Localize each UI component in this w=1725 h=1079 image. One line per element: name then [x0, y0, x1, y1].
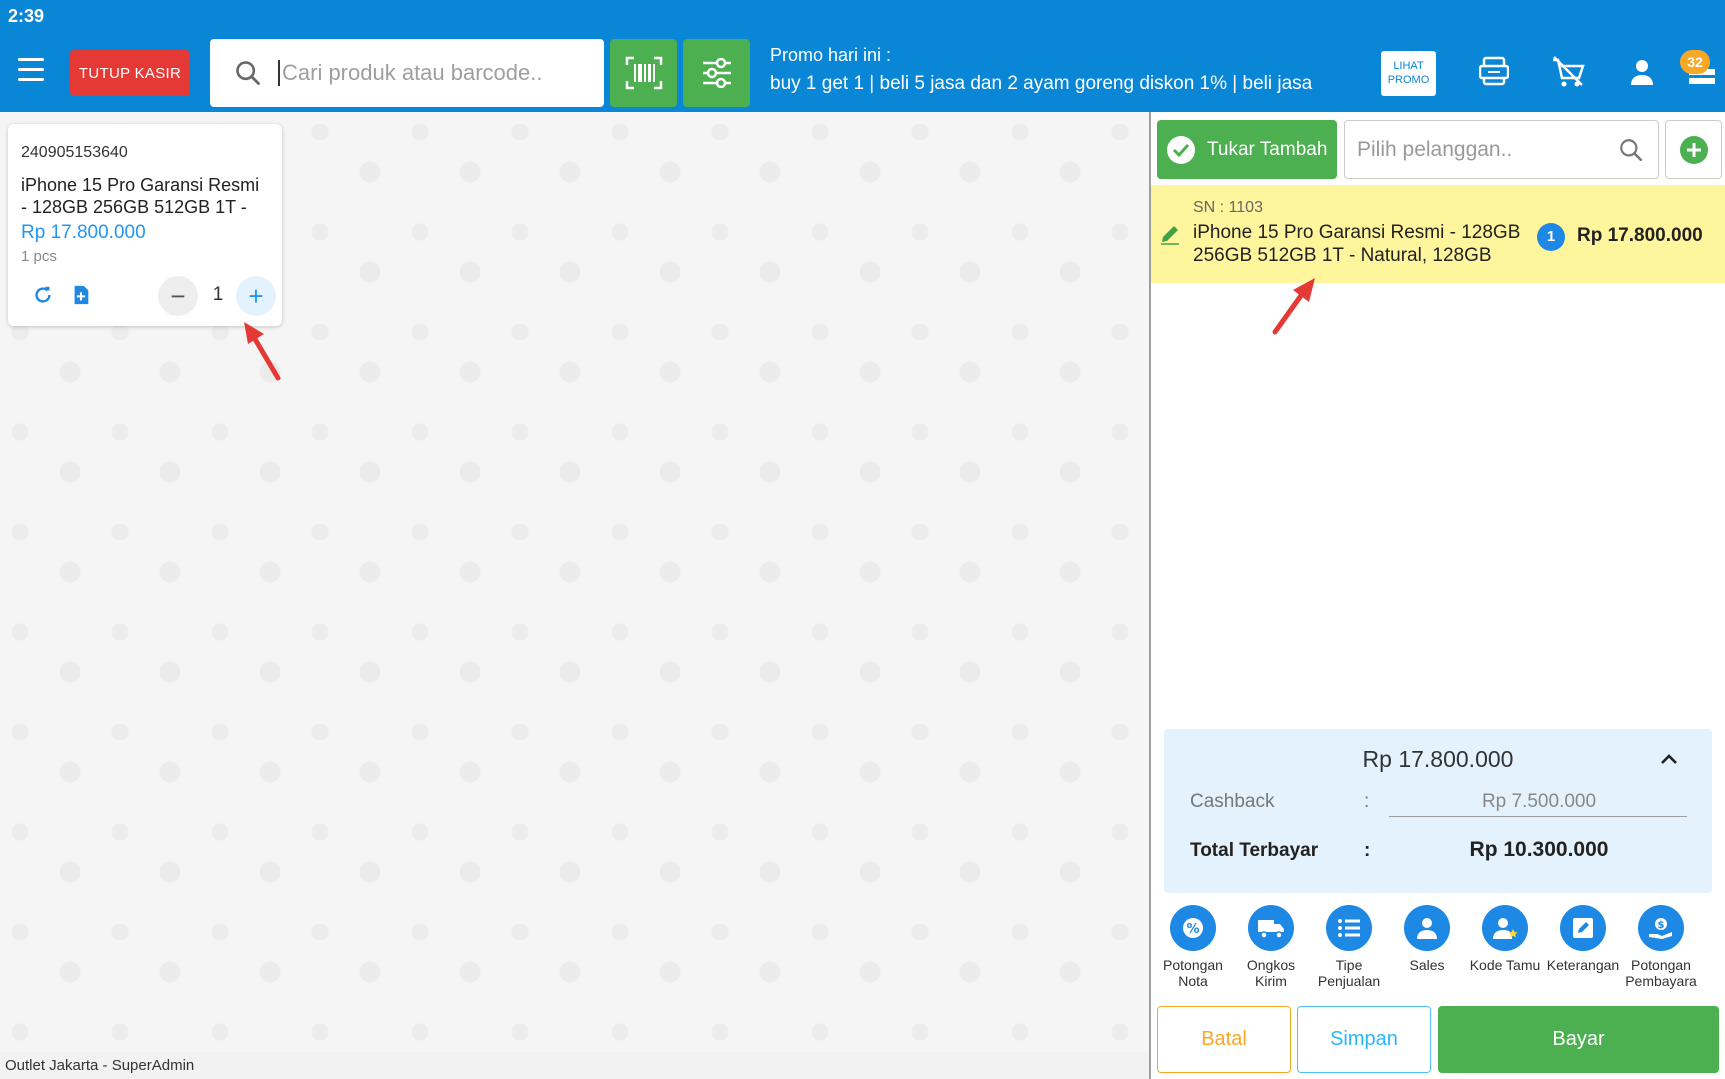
barcode-scan-button[interactable] [610, 39, 677, 107]
edit-pencil-icon[interactable] [1159, 223, 1181, 245]
search-icon[interactable] [1618, 137, 1644, 163]
sliders-icon [702, 58, 731, 88]
grand-total: Rp 17.800.000 [1362, 746, 1514, 772]
cart-item-sn: SN : 1103 [1193, 199, 1263, 216]
status-time: 2:39 [8, 6, 45, 26]
money-hand-icon: $ [1638, 905, 1684, 951]
quantity-increase-button[interactable]: + [236, 276, 276, 316]
quantity-decrease-button[interactable]: − [158, 276, 198, 316]
truck-icon [1248, 905, 1294, 951]
paid-colon: : [1364, 840, 1371, 861]
trade-in-button[interactable]: Tukar Tambah [1157, 120, 1337, 179]
person-icon [1404, 905, 1450, 951]
plus-circle-icon [1679, 135, 1708, 164]
top-bar: 2:39 TUTUP KASIR Promo hari ini : buy 1 … [0, 0, 1725, 112]
edit-note-icon [1560, 905, 1606, 951]
product-unit: 1 pcs [21, 248, 57, 265]
trade-in-label: Tukar Tambah [1207, 138, 1328, 160]
notes-action[interactable]: Keterangan [1543, 905, 1623, 973]
hamburger-menu-icon[interactable] [18, 58, 50, 86]
close-cashier-button[interactable]: TUTUP KASIR [70, 50, 190, 96]
discount-icon: % [1170, 905, 1216, 951]
paid-value: Rp 10.300.000 [1469, 838, 1609, 861]
paid-label: Total Terbayar [1190, 840, 1319, 861]
receipt-icon[interactable] [1474, 52, 1514, 92]
refresh-icon[interactable] [32, 284, 54, 306]
cart-item-name: iPhone 15 Pro Garansi Resmi - 128GB 256G… [1193, 222, 1521, 266]
product-code: 240905153640 [21, 144, 128, 161]
check-icon [1167, 135, 1195, 164]
quantity-value: 1 [212, 284, 224, 305]
notification-badge: 32 [1680, 50, 1710, 74]
guest-code-action[interactable]: Kode Tamu [1465, 905, 1545, 973]
payment-discount-action[interactable]: $ Potongan Pembayara [1621, 905, 1701, 989]
filter-button[interactable] [683, 39, 750, 107]
save-button[interactable]: Simpan [1297, 1006, 1431, 1073]
search-icon [236, 61, 260, 85]
pay-button[interactable]: Bayar [1438, 1006, 1719, 1073]
svg-text:$: $ [1658, 920, 1665, 931]
cart-item-qty-badge: 1 [1537, 223, 1565, 251]
sales-person-action[interactable]: Sales [1387, 905, 1467, 973]
cashback-label: Cashback [1190, 791, 1275, 812]
cart-item-price: Rp 17.800.000 [1577, 225, 1703, 246]
payment-summary: Rp 17.800.000 Cashback : Rp 7.500.000 To… [1164, 729, 1712, 893]
annotation-arrow-icon [244, 322, 281, 381]
promo-title: Promo hari ini : [770, 45, 892, 65]
product-grid: 240905153640 iPhone 15 Pro Garansi Resmi… [0, 112, 1149, 1052]
promo-banner: Promo hari ini : buy 1 get 1 | beli 5 ja… [770, 45, 1360, 95]
order-discount-action[interactable]: % Potongan Nota [1153, 905, 1233, 989]
customer-search-input[interactable] [1357, 137, 1597, 162]
outlet-user-label: Outlet Jakarta - SuperAdmin [5, 1057, 195, 1074]
product-card-actions: − 1 + [32, 276, 276, 316]
product-name: iPhone 15 Pro Garansi Resmi - 128GB 256G… [21, 175, 260, 217]
cashback-value: Rp 7.500.000 [1481, 791, 1597, 812]
cart-item[interactable]: SN : 1103 iPhone 15 Pro Garansi Resmi - … [1151, 185, 1725, 283]
product-price: Rp 17.800.000 [21, 222, 146, 243]
guest-star-icon [1482, 905, 1528, 951]
user-icon[interactable] [1622, 52, 1662, 92]
add-note-icon[interactable] [70, 284, 92, 306]
cart-panel: Tukar Tambah SN : 1103 iPhone 15 Pro Gar… [1151, 112, 1725, 1079]
add-customer-button[interactable] [1665, 120, 1722, 179]
list-icon [1326, 905, 1372, 951]
chevron-up-icon[interactable] [1660, 753, 1678, 765]
product-search-input[interactable] [278, 60, 578, 86]
shipping-cost-action[interactable]: Ongkos Kirim [1231, 905, 1311, 989]
customer-select [1344, 120, 1659, 179]
annotation-arrow-icon [1272, 278, 1315, 335]
see-promo-button[interactable]: LIHAT PROMO [1381, 51, 1436, 96]
product-search [210, 39, 604, 107]
cart-actions: % Potongan Nota Ongkos Kirim Tipe Penjualan… [1163, 905, 1715, 995]
sales-type-action[interactable]: Tipe Penjualan [1309, 905, 1389, 989]
cashback-colon: : [1364, 791, 1370, 812]
barcode-icon [625, 56, 662, 90]
promo-text: buy 1 get 1 | beli 5 jasa dan 2 ayam gor… [770, 73, 1313, 94]
cart-clear-icon[interactable] [1548, 52, 1588, 92]
cancel-button[interactable]: Batal [1157, 1006, 1291, 1073]
svg-text:%: % [1186, 922, 1199, 937]
summary-divider [1389, 816, 1687, 817]
